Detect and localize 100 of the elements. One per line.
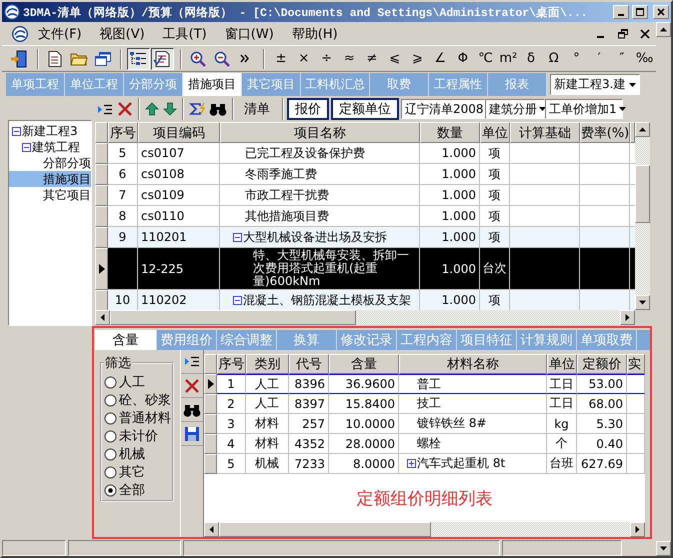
arrow-down-icon[interactable] — [163, 102, 177, 116]
menu-item[interactable]: 帮助(H) — [286, 22, 344, 44]
symbol-button[interactable]: ℃ — [474, 51, 497, 66]
dropdown[interactable]: 新建工程3.建 — [550, 74, 640, 95]
table-row[interactable]: 6 cs0108 冬雨季施工费 1.000 项 — [95, 164, 635, 185]
menu-item[interactable]: 视图(V) — [94, 22, 151, 44]
scrollbar-thumb[interactable] — [110, 310, 356, 325]
scrollbar[interactable] — [635, 122, 650, 310]
symbol-button[interactable]: δ — [520, 51, 542, 66]
symbol-button[interactable]: Ω — [542, 51, 566, 66]
tree-item[interactable]: 分部分项 — [9, 155, 91, 171]
dropdown[interactable]: 工单价增加1 — [545, 99, 623, 119]
chevron-icon[interactable] — [240, 54, 250, 63]
tree-item[interactable]: 措施项目 — [9, 171, 91, 187]
delete-icon[interactable] — [117, 101, 133, 117]
radio-option[interactable]: 砼、砂浆 — [104, 391, 171, 409]
scrollbar-thumb[interactable] — [219, 522, 431, 537]
zoom-in-icon[interactable] — [190, 50, 206, 66]
collapse-icon[interactable] — [233, 232, 242, 242]
windows-icon[interactable] — [94, 50, 112, 66]
tree-item[interactable]: 建筑工程 — [9, 139, 91, 155]
dropdown[interactable]: 建筑分册 — [485, 99, 545, 119]
menu-item[interactable]: 工具(T) — [156, 22, 213, 44]
tree-item[interactable]: 新建工程3 — [9, 123, 91, 139]
close-button[interactable] — [653, 5, 669, 19]
table-row[interactable]: 7 cs0109 市政工程干扰费 1.000 项 — [95, 185, 635, 206]
radio-option[interactable]: 普通材料 — [104, 409, 171, 427]
scrollbar-thumb[interactable] — [635, 165, 650, 223]
symbol-button[interactable]: ∠ — [428, 51, 452, 66]
menu-item[interactable]: 窗口(W) — [218, 22, 280, 44]
maximize-button[interactable] — [632, 5, 648, 19]
sigma-icon[interactable] — [189, 102, 205, 116]
scroll-down-button[interactable] — [656, 541, 671, 556]
symbol-button[interactable]: ′ — [588, 51, 611, 66]
collapse-icon[interactable] — [233, 296, 242, 304]
scroll-up-button[interactable] — [635, 122, 650, 137]
dropdown[interactable]: 辽宁清单2008 — [401, 99, 485, 119]
tab[interactable]: 措施项目 — [183, 73, 242, 96]
toolbar-button[interactable]: 报价 — [287, 98, 329, 120]
radio-option[interactable]: 全部 — [104, 481, 171, 499]
symbol-button[interactable]: ± — [270, 51, 292, 66]
symbol-button[interactable]: m² — [496, 51, 520, 66]
scrollbar[interactable] — [95, 310, 635, 325]
table-row[interactable]: 10 110202 混凝土、钢筋混凝土模板及支架 1.000 项 — [95, 290, 635, 310]
folder-icon[interactable] — [70, 51, 88, 66]
scroll-right-button[interactable] — [620, 310, 635, 325]
table-row[interactable]: 12-225 特、大型机械每安装、拆卸一次费用塔式起重机(起重量)600kNm 1.000 台次 — [95, 248, 635, 290]
expand-icon[interactable] — [407, 459, 416, 468]
toolbar-button[interactable]: 清单 — [237, 98, 277, 120]
binoculars-icon[interactable] — [209, 102, 227, 116]
delete-icon[interactable] — [184, 378, 200, 394]
symbol-button[interactable]: ≈ — [338, 51, 361, 66]
document-icon[interactable] — [48, 50, 62, 66]
table-row[interactable]: 3 材料 257 10.0000 镀锌铁丝 8# kg 5.30 — [204, 414, 645, 434]
table-row[interactable]: 8 cs0110 其他措施项目费 1.000 项 — [95, 206, 635, 227]
insert-row-icon[interactable] — [97, 102, 113, 116]
symbol-button[interactable]: ≠ — [360, 51, 384, 66]
binoculars-icon[interactable] — [183, 402, 201, 416]
radio-option[interactable]: 其它 — [104, 463, 171, 481]
table-row[interactable]: 5 cs0107 已完工程及设备保护费 1.000 项 — [95, 143, 635, 164]
symbol-button[interactable]: ° — [565, 51, 588, 66]
table-row[interactable]: 9 110201 大型机械设备进出场及安拆 1.000 项 — [95, 227, 635, 248]
row-header[interactable] — [95, 248, 108, 290]
save-icon[interactable] — [184, 426, 200, 442]
arrow-up-icon[interactable] — [145, 102, 159, 116]
table-row[interactable]: 1 人工 8396 36.9600 普工 工日 53.00 — [204, 374, 645, 394]
scroll-up-button[interactable] — [656, 22, 671, 37]
symbol-button[interactable]: ″ — [610, 51, 634, 66]
collapse-icon[interactable] — [22, 142, 31, 152]
restore-icon[interactable] — [618, 28, 628, 38]
symbol-button[interactable]: ‰ — [633, 51, 656, 66]
table-row[interactable]: 2 人工 8397 15.8400 技工 工日 68.00 — [204, 394, 645, 414]
radio-option[interactable]: 机械 — [104, 445, 171, 463]
symbol-button[interactable]: × — [292, 51, 316, 66]
close-icon[interactable] — [640, 28, 650, 38]
toggle-button[interactable] — [127, 48, 150, 70]
symbol-button[interactable]: ⩽ — [383, 51, 406, 66]
symbol-button[interactable]: Φ — [452, 51, 474, 66]
tab[interactable]: 含量 — [95, 330, 157, 350]
symbol-button[interactable]: ÷ — [315, 51, 338, 66]
toggle-button[interactable] — [150, 48, 174, 70]
toolbar-button[interactable]: 定额单位 — [331, 98, 399, 120]
collapse-icon[interactable] — [12, 126, 21, 136]
scroll-right-button[interactable] — [630, 522, 645, 537]
radio-option[interactable]: 人工 — [104, 373, 171, 391]
table-row[interactable]: 5 机械 7233 8.0000 汽车式起重机 8t 台班 627.69 — [204, 454, 645, 474]
scroll-left-button[interactable] — [95, 310, 110, 325]
symbol-button[interactable]: ⩾ — [406, 51, 429, 66]
exit-door-icon[interactable] — [10, 50, 28, 68]
radio-option[interactable]: 未计价 — [104, 427, 171, 445]
minimize-button[interactable] — [613, 5, 629, 19]
row-header[interactable] — [204, 374, 217, 394]
scrollbar[interactable] — [656, 22, 671, 556]
scroll-down-button[interactable] — [635, 295, 650, 310]
zoom-out-icon[interactable] — [214, 50, 230, 66]
insert-row-icon[interactable] — [184, 355, 200, 368]
table-row[interactable]: 4 材料 4352 28.0000 螺栓 个 0.40 — [204, 434, 645, 454]
menu-item[interactable]: 文件(F) — [32, 22, 88, 44]
tree-item[interactable]: 其它项目 — [9, 187, 91, 203]
scroll-left-button[interactable] — [204, 522, 219, 537]
